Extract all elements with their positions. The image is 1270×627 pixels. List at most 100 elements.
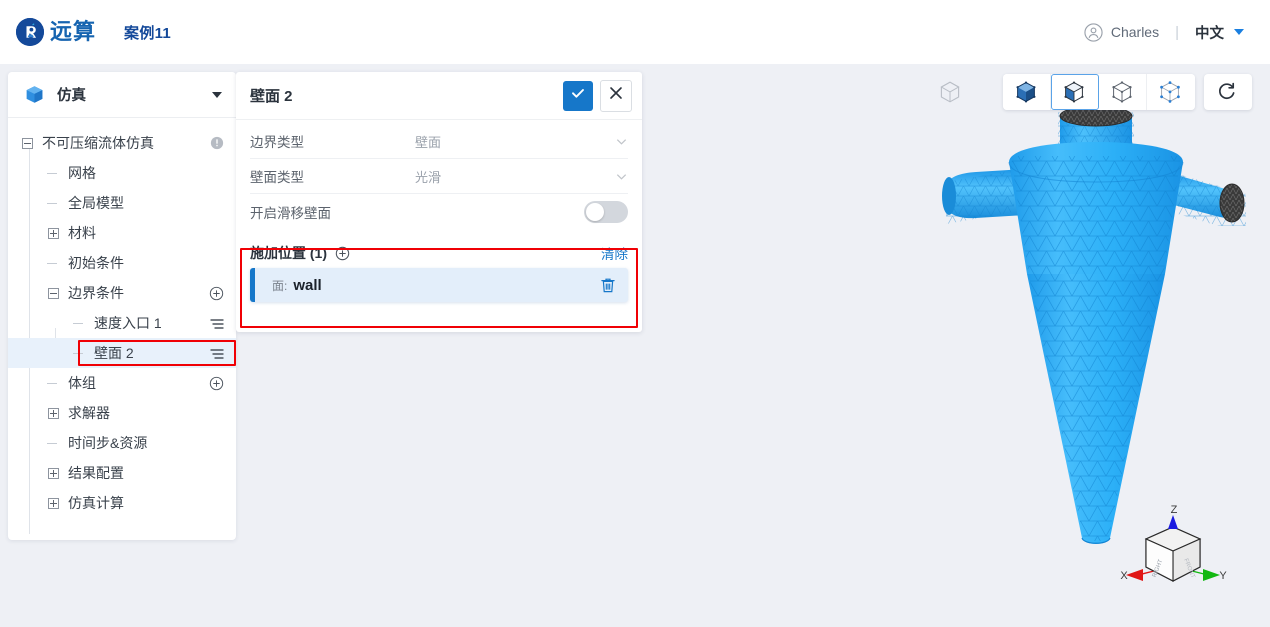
expand-icon[interactable] [48, 497, 59, 509]
tree-node-label: 壁面 2 [94, 345, 134, 361]
orientation-cube-gizmo[interactable]: Z X Y RIGHT FRONT [1114, 499, 1232, 595]
language-switcher[interactable]: 中文 [1195, 22, 1244, 43]
tree-node[interactable]: 结果配置 [8, 458, 236, 488]
assign-location-section: 施加位置 (1) 清除 面: wall [236, 238, 642, 314]
slip-wall-toggle[interactable] [584, 200, 628, 223]
tree-node-label: 求解器 [68, 405, 110, 421]
confirm-button[interactable] [563, 80, 593, 111]
tree-stem [73, 348, 85, 359]
tree-stem [47, 258, 59, 269]
cancel-button[interactable] [600, 79, 632, 112]
brand-logo[interactable]: 远算 [16, 18, 96, 46]
display-mode-points-button[interactable] [1147, 74, 1195, 110]
sidebar-title: 仿真 [57, 88, 86, 104]
tree-node-label: 初始条件 [68, 255, 124, 271]
reset-view-button[interactable] [1204, 74, 1252, 110]
gizmo-axis-label-x: X [1120, 570, 1128, 582]
list-menu-icon[interactable] [210, 347, 224, 359]
panel-actions [563, 79, 632, 112]
expand-icon[interactable] [48, 227, 59, 239]
tree-node[interactable]: 网格 [8, 158, 236, 188]
tree-node[interactable]: 时间步&资源 [8, 428, 236, 458]
collapse-icon[interactable] [22, 137, 33, 149]
tree-node-action [210, 136, 224, 150]
solid-cube-icon [1015, 80, 1039, 104]
gizmo-axis-label-y: Y [1219, 570, 1227, 582]
tree-stem [47, 168, 59, 179]
simulation-tree: 不可压缩流体仿真网格全局模型 材料初始条件边界条件速度入口 1 壁面 2 体组求解器时… [8, 118, 236, 534]
assigned-face-item[interactable]: 面: wall [250, 268, 628, 302]
sidebar-header[interactable]: 仿真 [8, 72, 236, 118]
add-icon[interactable] [209, 376, 224, 391]
app-header: 远算 案例11 Charles | 中文 [0, 0, 1270, 64]
tree-node[interactable]: 边界条件 [8, 278, 236, 308]
tree-node[interactable]: 求解器 [8, 398, 236, 428]
tree-node-label: 边界条件 [68, 285, 124, 301]
collapse-icon[interactable] [48, 287, 59, 299]
clear-button[interactable]: 清除 [601, 243, 628, 263]
tree-node-label: 网格 [68, 165, 96, 181]
expand-icon[interactable] [48, 467, 59, 479]
panel-body: 边界类型 壁面 壁面类型 光滑 开启滑移壁面 [236, 120, 642, 229]
field-row-boundary-type[interactable]: 边界类型 壁面 [250, 124, 628, 159]
language-label: 中文 [1195, 25, 1224, 42]
tree-node-label: 时间步&资源 [68, 435, 148, 451]
tree-stem [47, 198, 59, 209]
tree-node[interactable]: 全局模型 [8, 188, 236, 218]
tree-node-label: 体组 [68, 375, 96, 391]
tree-node-label: 仿真计算 [68, 495, 124, 511]
gizmo-axis-label-z: Z [1171, 504, 1178, 516]
check-icon [570, 85, 586, 106]
tree-node[interactable]: 材料 [8, 218, 236, 248]
chevron-down-icon[interactable] [615, 135, 628, 148]
add-icon[interactable] [209, 286, 224, 301]
solid-wireframe-cube-icon [1063, 80, 1087, 104]
points-cube-icon [1159, 80, 1183, 104]
tree-stem [47, 378, 59, 389]
list-menu-icon[interactable] [210, 317, 224, 329]
display-mode-group [1003, 74, 1195, 110]
app-root: 远算 案例11 Charles | 中文 仿真 不可压缩流体仿真 网格 全局模型… [0, 0, 1270, 627]
tree-node-action[interactable] [209, 286, 224, 301]
tree-node[interactable]: 体组 [8, 368, 236, 398]
field-label: 开启滑移壁面 [250, 205, 331, 221]
cyclone-body [1008, 142, 1184, 274]
trash-icon[interactable] [600, 277, 616, 294]
display-mode-wireframe-button[interactable] [1099, 74, 1147, 110]
caret-down-icon[interactable] [212, 91, 222, 98]
cube-icon [24, 84, 45, 105]
display-mode-solid-button[interactable] [1003, 74, 1051, 110]
tree-node-label: 不可压缩流体仿真 [42, 135, 154, 151]
tree-node-label: 结果配置 [68, 465, 124, 481]
tree-node-action[interactable] [210, 347, 224, 359]
tree-node-action[interactable] [210, 317, 224, 329]
viewport-toolbar [931, 74, 1252, 110]
close-icon [609, 86, 623, 105]
plus-circle-icon[interactable] [335, 246, 350, 261]
wireframe-cube-icon-standalone[interactable] [931, 74, 971, 110]
chevron-down-icon[interactable] [615, 170, 628, 183]
tree-node-action[interactable] [209, 376, 224, 391]
user-menu[interactable]: Charles [1084, 22, 1160, 42]
field-row-wall-type[interactable]: 壁面类型 光滑 [250, 159, 628, 194]
expand-icon[interactable] [48, 407, 59, 419]
tree-node-label: 速度入口 1 [94, 315, 162, 331]
assign-header: 施加位置 (1) 清除 [250, 238, 628, 268]
boundary-condition-panel: 壁面 2 边界类型 壁面 壁面类型 光滑 开启滑移壁面 施加位置 (1) 清除 … [236, 72, 642, 332]
field-label: 壁面类型 [250, 170, 304, 185]
header-right-group: Charles | 中文 [1084, 22, 1244, 43]
field-value: 壁面 [415, 134, 442, 150]
assigned-face-prefix: 面: [272, 278, 288, 293]
user-name: Charles [1110, 24, 1160, 40]
field-label: 边界类型 [250, 135, 304, 150]
display-mode-solid-wireframe-button[interactable] [1051, 74, 1099, 110]
field-row-slip-wall: 开启滑移壁面 [250, 194, 628, 229]
simulation-tree-sidebar: 仿真 不可压缩流体仿真网格全局模型 材料初始条件边界条件速度入口 1 壁面 2 体组求… [8, 72, 236, 540]
tree-node[interactable]: 速度入口 1 [8, 308, 236, 338]
tree-node[interactable]: 初始条件 [8, 248, 236, 278]
tree-stem [73, 318, 85, 329]
3d-viewport[interactable]: Z X Y RIGHT FRONT [642, 64, 1262, 619]
tree-node[interactable]: 不可压缩流体仿真 [8, 128, 236, 158]
tree-node[interactable]: 壁面 2 [8, 338, 236, 368]
tree-node[interactable]: 仿真计算 [8, 488, 236, 518]
